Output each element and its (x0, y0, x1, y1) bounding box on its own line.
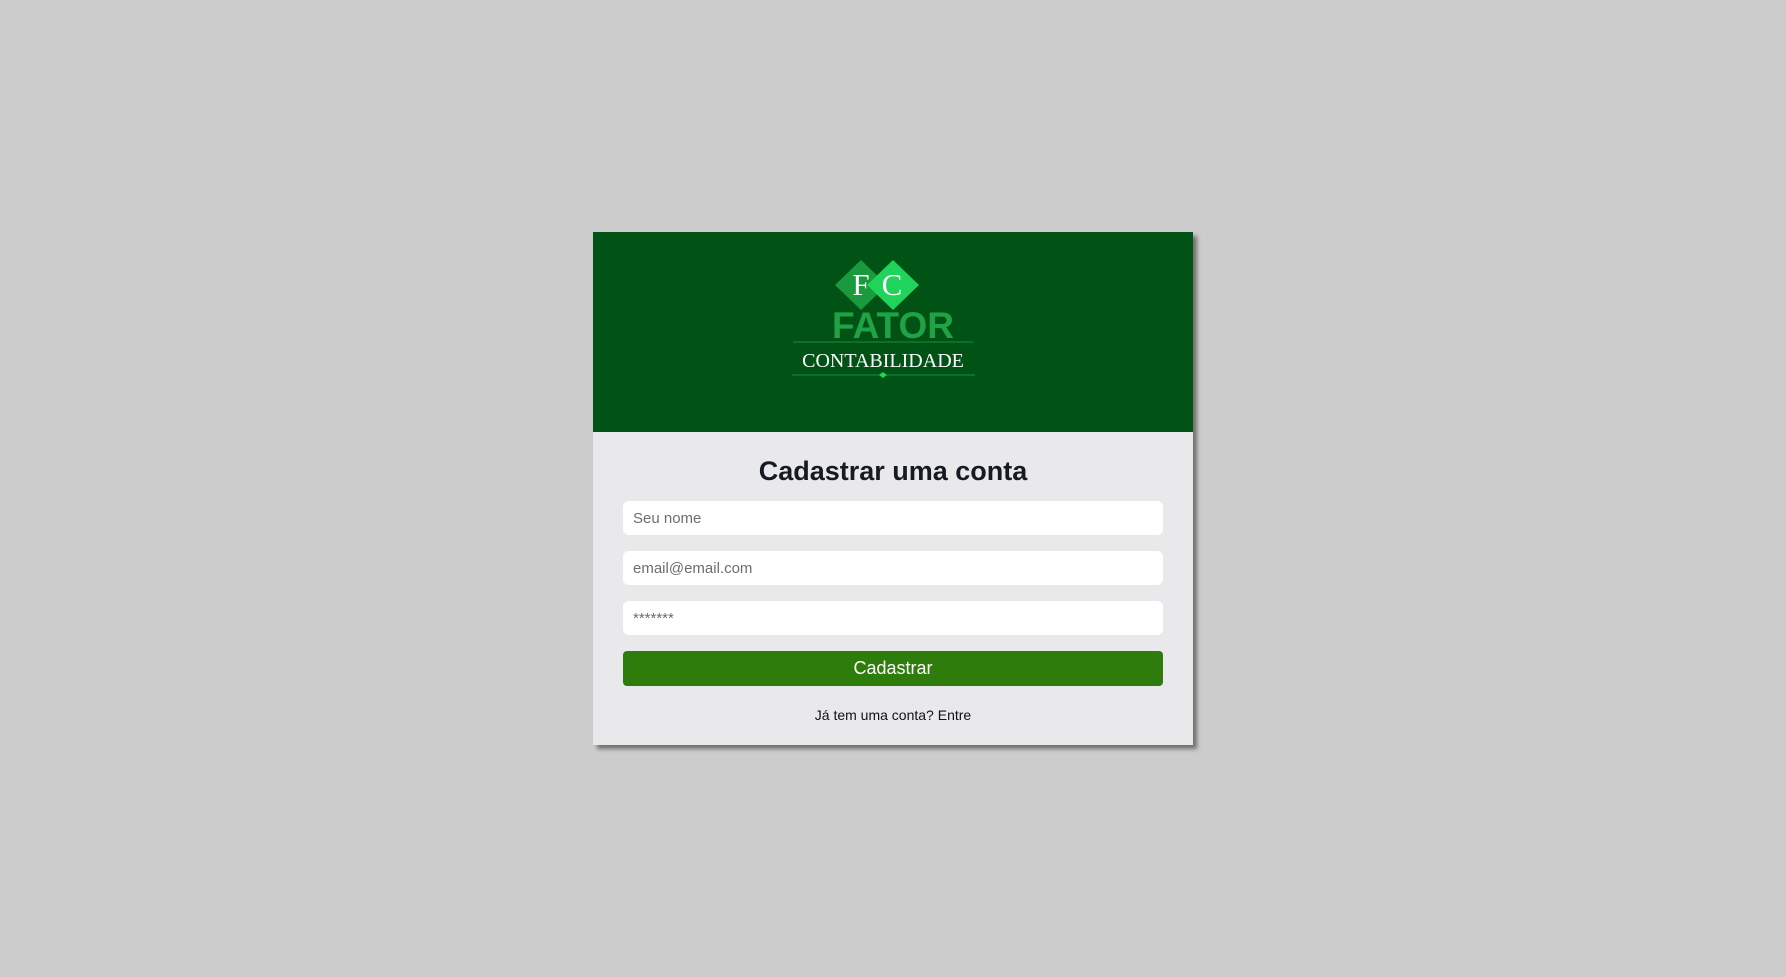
signup-card: F C FATOR CONTABILIDADE Cadastrar uma co… (593, 232, 1193, 745)
logo-tagline: CONTABILIDADE (802, 350, 964, 372)
logo-small-diamond-icon (879, 372, 887, 378)
logo-monogram-f: F (852, 267, 869, 302)
signin-link[interactable]: Entre (938, 707, 971, 723)
signin-prompt-text: Já tem uma conta? (814, 707, 934, 723)
fator-contabilidade-logo: F C FATOR CONTABILIDADE (790, 260, 996, 400)
logo-monogram-c: C (882, 267, 903, 302)
card-header: F C FATOR CONTABILIDADE (593, 232, 1193, 432)
signup-button[interactable]: Cadastrar (623, 651, 1163, 686)
password-input[interactable] (623, 601, 1163, 635)
signin-prompt-row: Já tem uma conta? Entre (593, 706, 1193, 724)
email-input[interactable] (623, 551, 1163, 585)
name-input[interactable] (623, 501, 1163, 535)
logo-wordmark: FATOR (832, 305, 954, 346)
page-title: Cadastrar uma conta (758, 456, 1028, 486)
